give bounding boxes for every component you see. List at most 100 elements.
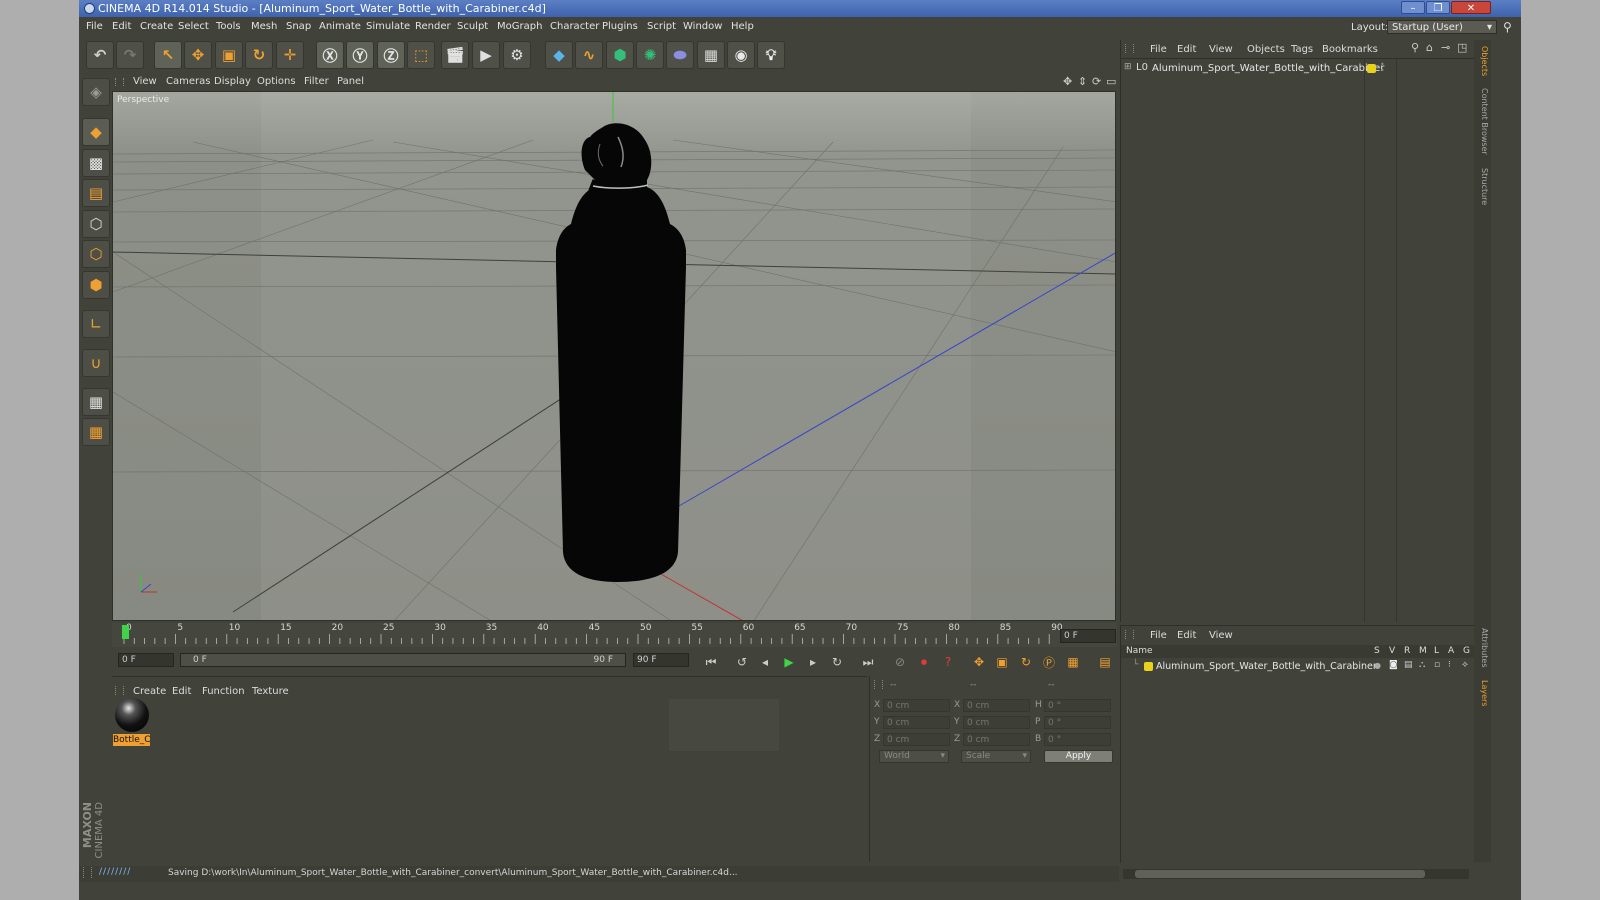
layer-color-swatch[interactable] xyxy=(1144,662,1153,671)
edges-mode-button[interactable]: ⬡ xyxy=(82,240,110,268)
rot-p-field[interactable]: 0 ° xyxy=(1044,716,1111,729)
pos-y-field[interactable]: 0 cm xyxy=(883,716,950,729)
menu-tools[interactable]: Tools xyxy=(216,21,241,32)
tab-attributes[interactable]: Attributes xyxy=(1475,628,1489,668)
key-parameter-button[interactable]: Ⓟ xyxy=(1039,653,1059,671)
object-name[interactable]: Aluminum_Sport_Water_Bottle_with_Carabin… xyxy=(1152,63,1384,74)
key-pla-button[interactable]: ▦ xyxy=(1063,653,1083,671)
add-nurbs-button[interactable]: ⬢ xyxy=(606,41,634,69)
object-menu-objects[interactable]: Objects xyxy=(1247,44,1285,55)
layer-row[interactable]: └ Aluminum_Sport_Water_Bottle_with_Carab… xyxy=(1124,660,1472,674)
key-scale-button[interactable]: ▣ xyxy=(992,653,1012,671)
object-menu-view[interactable]: View xyxy=(1209,44,1233,55)
rot-b-field[interactable]: 0 ° xyxy=(1044,733,1111,746)
layer-horizontal-scrollbar[interactable] xyxy=(1123,869,1469,879)
add-cube-button[interactable]: ◆ xyxy=(545,41,573,69)
scrollbar-thumb[interactable] xyxy=(1135,870,1425,878)
key-position-button[interactable]: ✥ xyxy=(969,653,989,671)
key-rotation-button[interactable]: ↻ xyxy=(1016,653,1036,671)
pos-x-field[interactable]: 0 cm xyxy=(883,699,950,712)
render-picture-viewer-button[interactable]: ▶ xyxy=(472,41,500,69)
drag-handle-icon[interactable] xyxy=(115,78,124,86)
maximize-view-icon[interactable]: ▭ xyxy=(1106,75,1116,88)
menu-file[interactable]: File xyxy=(86,21,103,32)
render-settings-button[interactable]: ⚙ xyxy=(503,41,531,69)
x-axis-lock-button[interactable]: Ⓧ xyxy=(316,41,344,69)
polygons-mode-button[interactable]: ⬢ xyxy=(82,271,110,299)
size-z-field[interactable]: 0 cm xyxy=(963,733,1030,746)
prev-frame-button[interactable]: ◂ xyxy=(755,653,775,671)
keyframe-selection-button[interactable]: ? xyxy=(938,653,958,671)
layer-name[interactable]: Aluminum_Sport_Water_Bottle_with_Carabin… xyxy=(1156,661,1377,672)
menu-window[interactable]: Window xyxy=(683,21,722,32)
layer-menu-file[interactable]: File xyxy=(1150,630,1167,641)
expand-icon[interactable]: ⊞ xyxy=(1124,62,1132,72)
autokey-button[interactable]: ⏺ xyxy=(914,653,934,671)
playhead-marker[interactable] xyxy=(122,625,129,639)
menu-mograph[interactable]: MoGraph xyxy=(497,21,542,32)
add-spline-button[interactable]: ∿ xyxy=(575,41,603,69)
start-frame-field[interactable]: 0 F xyxy=(118,653,174,667)
search-icon[interactable]: ⚲ xyxy=(1411,41,1419,54)
pos-z-field[interactable]: 0 cm xyxy=(883,733,950,746)
texture-mode-button[interactable]: ▩ xyxy=(82,149,110,177)
make-editable-button[interactable]: ◈ xyxy=(82,78,110,106)
drag-handle-icon[interactable] xyxy=(1125,44,1134,53)
viewport-menu-options[interactable]: Options xyxy=(257,76,296,87)
drag-handle-icon[interactable] xyxy=(115,686,124,695)
size-y-field[interactable]: 0 cm xyxy=(963,716,1030,729)
lock-icon[interactable]: ▫ xyxy=(1434,660,1440,670)
live-selection-button[interactable]: ↖ xyxy=(154,41,182,69)
goto-start-button[interactable]: ⏮ xyxy=(701,653,721,671)
coordinate-system-button[interactable]: ⬚ xyxy=(407,41,435,69)
add-deformer-button[interactable]: ⬬ xyxy=(666,41,694,69)
menu-snap[interactable]: Snap xyxy=(286,21,311,32)
layer-menu-view[interactable]: View xyxy=(1209,630,1233,641)
snapping-button[interactable]: ∪ xyxy=(82,349,110,377)
planar-workplane-button[interactable]: ▦ xyxy=(82,418,110,446)
menu-help[interactable]: Help xyxy=(731,21,754,32)
viewport-menu-panel[interactable]: Panel xyxy=(337,76,364,87)
apply-button[interactable]: Apply xyxy=(1044,750,1113,763)
add-light-button[interactable]: 💡︎ xyxy=(757,41,785,69)
manager-toggle-icon[interactable]: ⛬ xyxy=(1419,660,1425,670)
scheme-button[interactable]: ▤ xyxy=(1095,653,1115,671)
menu-render[interactable]: Render xyxy=(415,21,451,32)
menu-animate[interactable]: Animate xyxy=(319,21,361,32)
menu-edit[interactable]: Edit xyxy=(112,21,131,32)
menu-plugins[interactable]: Plugins xyxy=(602,21,638,32)
layer-color-swatch[interactable] xyxy=(1367,64,1376,73)
tab-structure[interactable]: Structure xyxy=(1475,168,1489,205)
rotate-view-icon[interactable]: ⟳ xyxy=(1092,75,1101,88)
layer-menu-edit[interactable]: Edit xyxy=(1177,630,1196,641)
scale-mode-dropdown[interactable]: Scale ▾ xyxy=(961,750,1031,763)
object-menu-bookmarks[interactable]: Bookmarks xyxy=(1322,44,1378,55)
material-swatch[interactable]: Bottle_C xyxy=(113,698,150,747)
undo-button[interactable]: ↶ xyxy=(86,41,114,69)
end-frame-field[interactable]: 90 F xyxy=(633,653,689,667)
home-icon[interactable]: ⌂ xyxy=(1426,41,1433,54)
recent-tool-button[interactable]: ✛ xyxy=(276,41,304,69)
zoom-view-icon[interactable]: ⇕ xyxy=(1078,75,1087,88)
move-tool-button[interactable]: ✥ xyxy=(184,41,212,69)
menu-simulate[interactable]: Simulate xyxy=(366,21,410,32)
material-menu-function[interactable]: Function xyxy=(202,686,245,697)
menu-sculpt[interactable]: Sculpt xyxy=(457,21,488,32)
object-menu-edit[interactable]: Edit xyxy=(1177,44,1196,55)
animation-toggle-icon[interactable]: ⁝ xyxy=(1448,660,1451,670)
viewport-menu-view[interactable]: View xyxy=(133,76,157,87)
scale-tool-button[interactable]: ▣ xyxy=(215,41,243,69)
next-frame-button[interactable]: ▸ xyxy=(803,653,823,671)
new-window-icon[interactable]: ◳ xyxy=(1457,41,1467,54)
solo-toggle-icon[interactable]: ● xyxy=(1374,661,1381,670)
record-active-objects-button[interactable]: ⊘ xyxy=(890,653,910,671)
viewport-menu-cameras[interactable]: Cameras xyxy=(166,76,210,87)
z-axis-lock-button[interactable]: Ⓩ xyxy=(377,41,405,69)
minimize-button[interactable]: – xyxy=(1401,1,1425,14)
goto-prev-key-button[interactable]: ↺ xyxy=(732,653,752,671)
points-mode-button[interactable]: ⬡ xyxy=(82,210,110,238)
close-button[interactable]: ✕ xyxy=(1451,1,1491,14)
render-toggle-icon[interactable]: ▤ xyxy=(1404,660,1413,670)
layout-dropdown[interactable]: Startup (User) ▾ xyxy=(1387,20,1497,34)
pan-view-icon[interactable]: ✥ xyxy=(1063,75,1072,88)
